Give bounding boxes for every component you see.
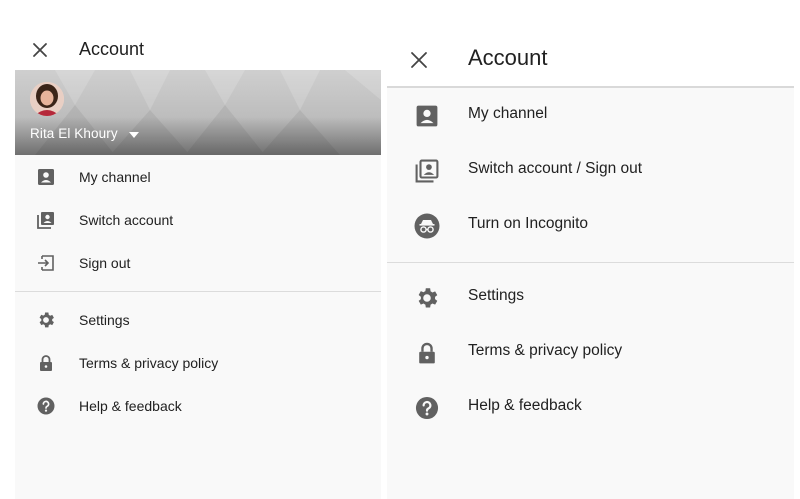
account-box-icon (414, 103, 440, 129)
menu-item-help[interactable]: Help & feedback (15, 384, 381, 427)
menu-item-label: Turn on Incognito (468, 215, 589, 232)
menu-item-label: Settings (468, 287, 525, 304)
comparison-stage: Account Rita El Khoury My channel Switch… (0, 0, 800, 499)
account-banner[interactable]: Rita El Khoury (15, 70, 381, 155)
divider (15, 291, 381, 292)
close-icon[interactable] (409, 50, 429, 70)
account-menu-list: My channel Switch account / Sign out Tur… (387, 88, 794, 253)
page-title: Account (79, 39, 145, 59)
chevron-down-icon[interactable] (129, 130, 139, 140)
gear-icon (414, 285, 440, 311)
switch-account-icon (414, 158, 440, 184)
switch-account-icon (36, 210, 56, 230)
menu-item-label: Terms & privacy policy (468, 342, 623, 359)
menu-item-terms[interactable]: Terms & privacy policy (387, 325, 794, 380)
incognito-icon (414, 213, 440, 239)
menu-item-label: Switch account (79, 212, 174, 228)
help-icon (36, 396, 56, 416)
menu-item-sign-out[interactable]: Sign out (15, 241, 381, 284)
lock-icon (36, 353, 56, 373)
page-title: Account (468, 45, 548, 70)
menu-item-label: Sign out (79, 255, 131, 271)
menu-item-label: Help & feedback (79, 398, 182, 414)
account-menu-list-secondary: Settings Terms & privacy policy Help & f… (387, 270, 794, 435)
menu-item-settings[interactable]: Settings (15, 298, 381, 341)
menu-item-label: Help & feedback (468, 397, 582, 414)
menu-item-incognito[interactable]: Turn on Incognito (387, 198, 794, 253)
account-menu-header: Account (387, 30, 794, 88)
lock-icon (414, 340, 440, 366)
menu-item-label: Switch account / Sign out (468, 160, 643, 177)
account-name[interactable]: Rita El Khoury (30, 126, 118, 141)
account-menu-old: Account Rita El Khoury My channel Switch… (15, 30, 381, 499)
menu-item-label: Settings (79, 312, 130, 328)
menu-item-switch-account-sign-out[interactable]: Switch account / Sign out (387, 143, 794, 198)
account-menu-list: My channel Switch account Sign out (15, 155, 381, 284)
divider (387, 262, 794, 263)
menu-item-label: My channel (468, 105, 548, 122)
menu-item-settings[interactable]: Settings (387, 270, 794, 325)
account-menu-list-secondary: Settings Terms & privacy policy Help & f… (15, 298, 381, 427)
menu-item-switch-account[interactable]: Switch account (15, 198, 381, 241)
account-menu-header: Account (15, 30, 381, 70)
menu-item-my-channel[interactable]: My channel (387, 88, 794, 143)
gear-icon (36, 310, 56, 330)
menu-item-label: My channel (79, 169, 151, 185)
sign-out-icon (36, 253, 56, 273)
account-menu-new: Account My channel Switch account / Sign… (387, 30, 794, 499)
menu-item-terms[interactable]: Terms & privacy policy (15, 341, 381, 384)
menu-item-help[interactable]: Help & feedback (387, 380, 794, 435)
account-box-icon (36, 167, 56, 187)
menu-item-my-channel[interactable]: My channel (15, 155, 381, 198)
help-icon (414, 395, 440, 421)
menu-item-label: Terms & privacy policy (79, 355, 219, 371)
avatar[interactable] (30, 82, 64, 116)
close-icon[interactable] (30, 40, 50, 60)
banner-pattern (35, 70, 381, 155)
